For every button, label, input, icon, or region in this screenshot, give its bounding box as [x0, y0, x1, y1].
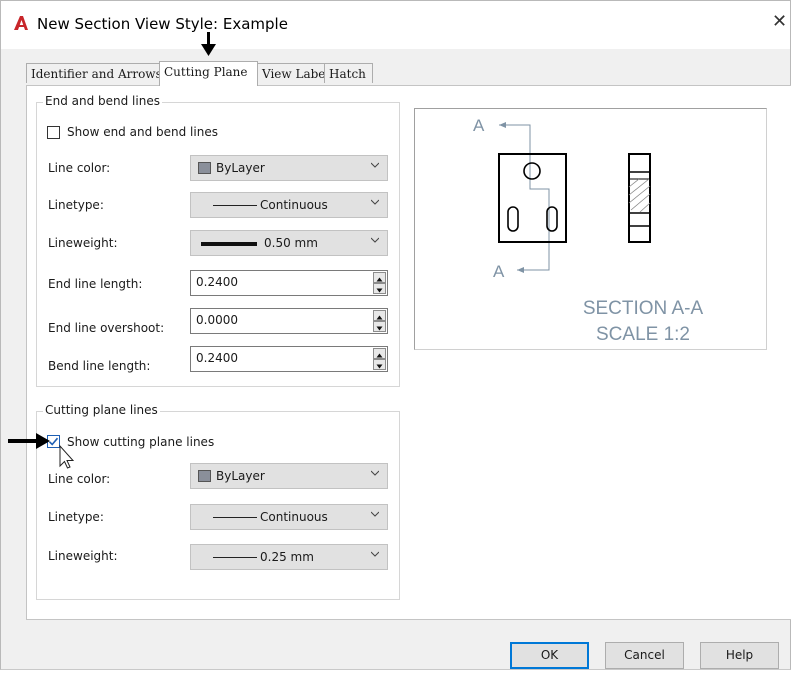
cutting-plane-line: [515, 124, 550, 271]
input-value: 0.2400: [196, 351, 238, 365]
tab-identifier-and-arrows[interactable]: Identifier and Arrows: [26, 63, 162, 83]
chevron-down-icon: [371, 551, 379, 557]
spinner: [373, 310, 386, 332]
input-value: 0.0000: [196, 313, 238, 327]
cutting-linetype-dropdown[interactable]: Continuous: [190, 504, 388, 530]
tab-cutting-plane[interactable]: Cutting Plane: [159, 61, 258, 86]
end-line-length-input[interactable]: 0.2400: [190, 270, 388, 296]
cancel-button[interactable]: Cancel: [605, 642, 684, 669]
group-legend: End and bend lines: [43, 94, 162, 108]
identifier-label-bottom: A: [493, 262, 505, 281]
dialog-window: New Section View Style: Example ✕ Identi…: [0, 0, 791, 670]
chevron-down-icon: [371, 237, 379, 243]
cutting-arrow-bottom: [517, 267, 533, 273]
linetype-dropdown[interactable]: Continuous: [190, 192, 388, 218]
end-line-overshoot-label: End line overshoot:: [48, 321, 165, 335]
end-line-length-label: End line length:: [48, 277, 143, 291]
lineweight-label: Lineweight:: [48, 236, 118, 250]
line-color-label: Line color:: [48, 161, 111, 175]
linetype-label: Linetype:: [48, 510, 104, 524]
spin-down-button[interactable]: [373, 321, 386, 332]
line-color-dropdown[interactable]: ByLayer: [190, 155, 388, 181]
spin-down-button[interactable]: [373, 359, 386, 370]
linetype-sample: [213, 517, 257, 518]
identifier-label-top: A: [473, 116, 485, 135]
show-end-bend-lines-checkbox[interactable]: [47, 126, 60, 139]
tab-hatch[interactable]: Hatch: [324, 63, 373, 83]
dropdown-value: 0.25 mm: [260, 550, 314, 564]
dropdown-value: ByLayer: [216, 161, 265, 175]
bend-line-length-label: Bend line length:: [48, 359, 151, 373]
chevron-down-icon: [371, 162, 379, 168]
lineweight-label: Lineweight:: [48, 549, 118, 563]
triangle-down-icon: [376, 288, 383, 293]
ok-button[interactable]: OK: [510, 642, 589, 669]
triangle-down-icon: [376, 364, 383, 369]
spinner: [373, 348, 386, 370]
cutting-arrow-top: [499, 122, 515, 128]
tab-view-label[interactable]: View Label: [257, 63, 329, 83]
bend-line-length-input[interactable]: 0.2400: [190, 346, 388, 372]
show-cutting-plane-lines-label: Show cutting plane lines: [67, 435, 215, 449]
lineweight-dropdown[interactable]: 0.50 mm: [190, 230, 388, 256]
scale-text: SCALE 1:2: [596, 324, 690, 345]
cutting-lineweight-dropdown[interactable]: 0.25 mm: [190, 544, 388, 570]
lineweight-sample: [201, 242, 257, 246]
chevron-down-icon: [371, 470, 379, 476]
input-value: 0.2400: [196, 275, 238, 289]
spin-up-button[interactable]: [373, 348, 386, 359]
color-swatch-icon: [198, 470, 211, 482]
group-legend: Cutting plane lines: [43, 403, 160, 417]
autocad-a-icon: [14, 16, 28, 30]
line-color-label: Line color:: [48, 472, 111, 486]
chevron-down-icon: [371, 511, 379, 517]
section-preview: A A SECTION A-A SCALE 1:2: [414, 108, 767, 350]
close-icon[interactable]: ✕: [772, 11, 787, 32]
checkmark-icon: [48, 437, 59, 446]
section-title: SECTION A-A: [583, 298, 704, 319]
cutting-line-color-dropdown[interactable]: ByLayer: [190, 463, 388, 489]
part-section-view: [628, 153, 651, 243]
linetype-sample: [213, 205, 257, 206]
help-button[interactable]: Help: [700, 642, 779, 669]
spin-up-button[interactable]: [373, 272, 386, 283]
linetype-label: Linetype:: [48, 198, 104, 212]
show-end-bend-lines-label: Show end and bend lines: [67, 125, 218, 139]
spin-down-button[interactable]: [373, 283, 386, 294]
show-cutting-plane-lines-checkbox[interactable]: [47, 435, 60, 448]
dropdown-value: ByLayer: [216, 469, 265, 483]
title-bar: New Section View Style: Example ✕: [1, 1, 790, 49]
lineweight-sample: [213, 557, 257, 558]
spinner: [373, 272, 386, 294]
dialog-title: New Section View Style: Example: [37, 15, 288, 33]
dropdown-value: Continuous: [260, 510, 328, 524]
spin-up-button[interactable]: [373, 310, 386, 321]
dropdown-value: Continuous: [260, 198, 328, 212]
triangle-down-icon: [376, 326, 383, 331]
end-line-overshoot-input[interactable]: 0.0000: [190, 308, 388, 334]
color-swatch-icon: [198, 162, 211, 174]
part-front-view: [498, 153, 567, 243]
chevron-down-icon: [371, 199, 379, 205]
preview-drawing: A A SECTION A-A SCALE 1:2: [473, 116, 704, 345]
dropdown-value: 0.50 mm: [264, 236, 318, 250]
